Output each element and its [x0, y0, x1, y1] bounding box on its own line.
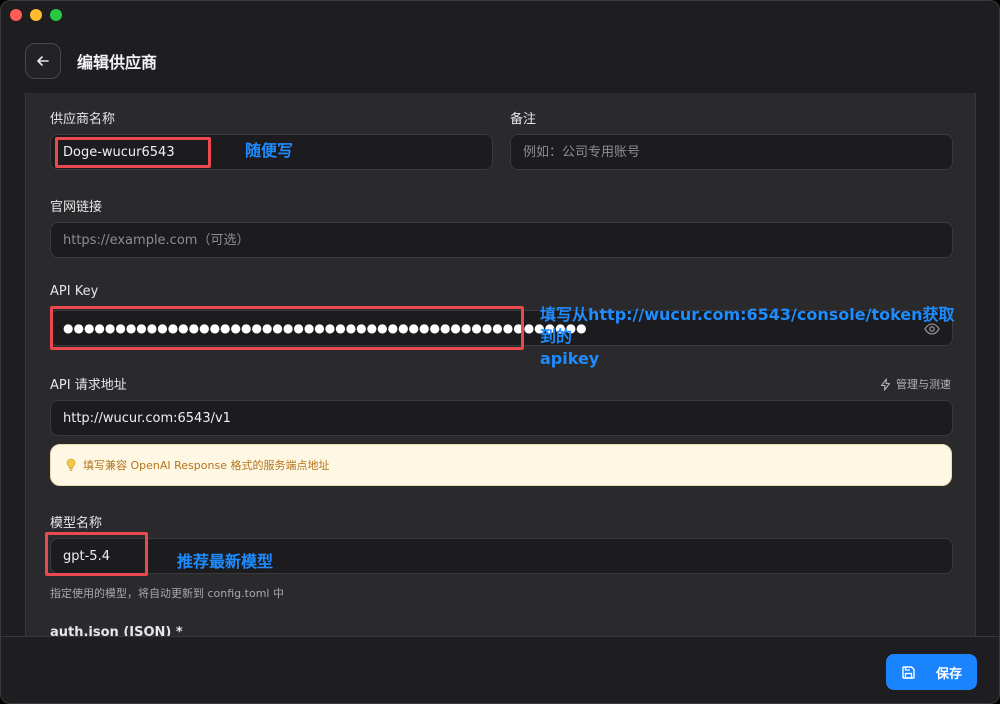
back-arrow-icon — [37, 56, 49, 66]
model-helper-text: 指定使用的模型，将自动更新到 config.toml 中 — [50, 587, 284, 600]
model-highlight-box — [45, 532, 148, 576]
note-label: 备注 — [510, 112, 537, 127]
endpoint-hint-text: 填写兼容 OpenAI Response 格式的服务端点地址 — [83, 459, 330, 472]
note-field[interactable] — [510, 134, 953, 170]
website-input[interactable] — [63, 232, 952, 248]
page-title: 编辑供应商 — [77, 53, 158, 72]
lightning-icon — [880, 377, 891, 391]
api-key-annotation-line1: 填写从http://wucur.com:6543/console/token获取… — [540, 305, 955, 346]
endpoint-field[interactable] — [50, 400, 953, 436]
provider-form: 供应商名称 随便写 备注 官网链接 API Key ●●●●●●●●●●●●●●… — [25, 93, 976, 636]
website-label: 官网链接 — [50, 200, 103, 215]
auth-json-label: auth.json (JSON) * — [50, 625, 183, 636]
endpoint-hint-box: 填写兼容 OpenAI Response 格式的服务端点地址 — [50, 444, 952, 486]
provider-name-label: 供应商名称 — [50, 112, 116, 127]
name-annotation: 随便写 — [245, 141, 294, 160]
endpoint-label: API 请求地址 — [50, 378, 127, 393]
name-highlight-box — [55, 137, 211, 168]
api-key-annotation-line2: apikey — [540, 349, 600, 368]
save-button-label: 保存 — [935, 666, 962, 682]
minimize-window-button[interactable] — [30, 9, 42, 21]
note-input[interactable] — [523, 144, 952, 160]
manage-speedtest-link[interactable]: 管理与测速 — [879, 376, 951, 392]
save-button[interactable]: 保存 — [886, 654, 977, 690]
window-controls — [10, 9, 62, 21]
lightbulb-icon — [65, 458, 77, 472]
page-header: 编辑供应商 — [25, 43, 157, 79]
api-key-annotation: 填写从http://wucur.com:6543/console/token获取… — [540, 304, 960, 370]
zoom-window-button[interactable] — [50, 9, 62, 21]
model-label: 模型名称 — [50, 516, 103, 531]
footer-bar: 保存 — [1, 636, 999, 703]
app-window: 编辑供应商 供应商名称 随便写 备注 官网链接 API Key ●●●●●●●●… — [0, 0, 1000, 704]
website-field[interactable] — [50, 222, 953, 258]
close-window-button[interactable] — [10, 9, 22, 21]
api-key-label: API Key — [50, 284, 99, 299]
manage-speedtest-label: 管理与测速 — [896, 378, 951, 391]
api-key-highlight-box — [50, 306, 524, 350]
model-annotation: 推荐最新模型 — [177, 552, 274, 571]
endpoint-input[interactable] — [63, 410, 952, 426]
back-button[interactable] — [25, 43, 61, 79]
save-icon — [902, 665, 915, 679]
